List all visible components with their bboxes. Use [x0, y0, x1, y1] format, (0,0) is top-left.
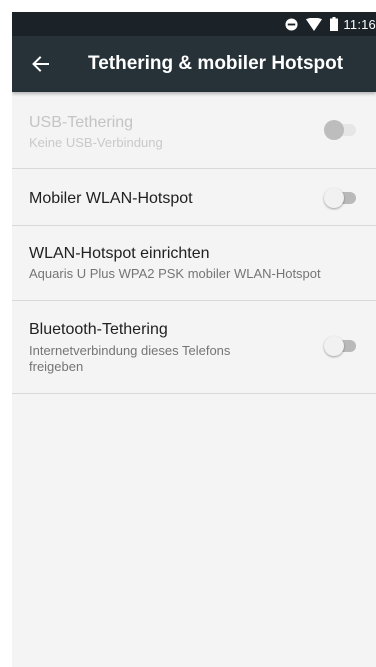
status-bar: 11:16	[12, 12, 376, 36]
arrow-left-icon	[31, 55, 49, 73]
page-title: Tethering & mobiler Hotspot	[88, 53, 344, 74]
do-not-disturb-icon	[285, 17, 298, 31]
app-toolbar: Tethering & mobiler Hotspot	[12, 36, 376, 92]
bluetooth-tethering-switch[interactable]	[324, 336, 358, 356]
usb-tethering-item[interactable]: USB-Tethering Keine USB-Verbindung	[12, 92, 376, 169]
status-icons: 11:16	[285, 12, 376, 36]
wifi-icon	[306, 17, 323, 31]
mobile-hotspot-switch[interactable]	[324, 188, 358, 208]
bluetooth-tethering-summary: Internetverbindung dieses Telefons freig…	[29, 343, 231, 374]
settings-screen: 11:16 Tethering & mobiler Hotspot USB-Te…	[12, 12, 376, 667]
hotspot-setup-item[interactable]: WLAN-Hotspot einrichten Aquaris U Plus W…	[12, 226, 376, 301]
status-clock: 11:16	[343, 16, 376, 32]
hotspot-setup-summary: Aquaris U Plus WPA2 PSK mobiler WLAN-Hot…	[29, 266, 321, 281]
battery-icon	[330, 17, 339, 31]
switch-thumb	[324, 336, 344, 356]
usb-tethering-title: USB-Tethering	[29, 114, 134, 131]
usb-tethering-summary: Keine USB-Verbindung	[29, 135, 163, 150]
tethering-settings-list: USB-Tethering Keine USB-Verbindung Mobil…	[12, 92, 376, 394]
switch-thumb	[324, 188, 344, 208]
switch-thumb	[324, 120, 344, 140]
back-button[interactable]	[28, 52, 52, 76]
mobile-hotspot-title: Mobiler WLAN-Hotspot	[29, 190, 193, 207]
bluetooth-tethering-title: Bluetooth-Tethering	[29, 321, 168, 338]
bluetooth-tethering-item[interactable]: Bluetooth-Tethering Internetverbindung d…	[12, 301, 376, 394]
usb-tethering-switch	[324, 120, 358, 140]
mobile-hotspot-item[interactable]: Mobiler WLAN-Hotspot	[12, 169, 376, 226]
hotspot-setup-title: WLAN-Hotspot einrichten	[29, 245, 210, 262]
